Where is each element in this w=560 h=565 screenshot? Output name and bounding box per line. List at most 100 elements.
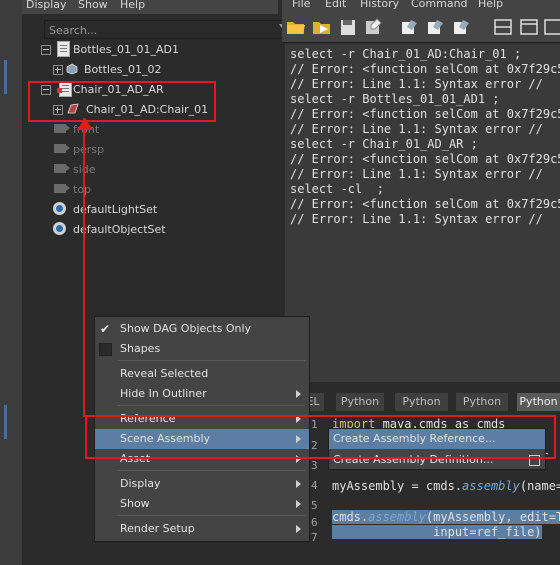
menu-item-label: Render Setup bbox=[120, 522, 195, 535]
outliner-search bbox=[44, 20, 294, 40]
left-dock-strip bbox=[0, 0, 23, 565]
assembly-icon bbox=[57, 41, 70, 57]
layout-input-icon[interactable] bbox=[542, 17, 560, 37]
history-line: // Error: <function selCom at 0x7f29c5c bbox=[290, 197, 560, 211]
history-line: // Error: Line 1.1: Syntax error // bbox=[290, 167, 543, 181]
history-line: // Error: Line 1.1: Syntax error // bbox=[290, 122, 543, 136]
item-label: defaultLightSet bbox=[73, 203, 158, 216]
script-history-pane[interactable]: select -r Chair_01_AD:Chair_01 ; // Erro… bbox=[285, 44, 560, 382]
menu-show[interactable]: Show bbox=[78, 0, 108, 11]
annotation-arrow-icon bbox=[77, 118, 93, 130]
menu-separator bbox=[117, 360, 305, 361]
code-text: input=ref_file) bbox=[332, 525, 542, 539]
line-number: 6 bbox=[311, 516, 318, 529]
outliner-item[interactable]: front bbox=[36, 120, 276, 140]
code-line-selected: input=ref_file) bbox=[332, 525, 542, 539]
menu-display[interactable]: Display bbox=[26, 0, 67, 11]
menu-item-hide-in-outliner[interactable]: Hide In Outliner bbox=[95, 384, 309, 404]
code-text: cmds. bbox=[332, 510, 369, 524]
tab-python-1[interactable]: Python bbox=[336, 393, 384, 411]
menu-item-label: Hide In Outliner bbox=[120, 387, 207, 400]
dock-marker bbox=[4, 405, 7, 439]
history-line: // Error: <function selCom at 0x7f29c5c bbox=[290, 152, 560, 166]
history-line: select -r Chair_01_AD_AR ; bbox=[290, 137, 478, 151]
history-line: select -r Chair_01_AD:Chair_01 ; bbox=[290, 47, 522, 61]
clear-input-icon[interactable] bbox=[425, 17, 447, 37]
submenu-arrow-icon bbox=[296, 480, 301, 488]
clear-history-icon[interactable] bbox=[399, 17, 421, 37]
history-line: select -cl ; bbox=[290, 182, 384, 196]
code-function: assembly bbox=[368, 510, 426, 524]
code-text: (name=' bbox=[519, 479, 560, 493]
menu-item-reveal-selected[interactable]: Reveal Selected bbox=[95, 364, 309, 384]
camera-icon bbox=[54, 124, 70, 133]
item-label: defaultObjectSet bbox=[73, 223, 166, 236]
camera-icon bbox=[54, 164, 70, 173]
layout-history-icon[interactable] bbox=[518, 17, 540, 37]
search-input[interactable] bbox=[45, 21, 271, 40]
menu-item-label: Reveal Selected bbox=[120, 367, 209, 380]
dock-marker bbox=[4, 60, 7, 94]
submenu-arrow-icon bbox=[296, 390, 301, 398]
source-script-icon[interactable] bbox=[311, 17, 333, 37]
checkbox-icon bbox=[99, 343, 112, 356]
outliner-item[interactable]: top bbox=[36, 180, 276, 200]
tab-python-2[interactable]: Python bbox=[395, 393, 448, 411]
checkmark-icon: ✔ bbox=[100, 322, 111, 336]
menu-separator bbox=[117, 405, 305, 406]
menu-item-show-dag-only[interactable]: ✔ Show DAG Objects Only bbox=[95, 319, 309, 339]
menu-item-show[interactable]: Show bbox=[95, 494, 309, 514]
script-editor-menubar: File Edit History Command Help bbox=[282, 0, 560, 12]
submenu-arrow-icon bbox=[296, 500, 301, 508]
code-line: myAssembly = cmds.assembly(name=' bbox=[332, 479, 560, 493]
annotation-box-scene-assembly bbox=[85, 415, 556, 459]
save-to-shelf-icon[interactable] bbox=[363, 17, 385, 37]
tab-python-3[interactable]: Python bbox=[456, 393, 508, 411]
camera-icon bbox=[54, 144, 70, 153]
set-icon bbox=[53, 202, 66, 215]
history-line: // Error: Line 1.1: Syntax error // bbox=[290, 77, 543, 91]
code-text: myAssembly = cmds. bbox=[332, 479, 463, 493]
history-line: // Error: Line 1.1: Syntax error // bbox=[290, 212, 543, 226]
tab-python-active[interactable]: Python bbox=[517, 393, 560, 411]
menu-separator bbox=[117, 470, 305, 471]
outliner-item[interactable]: Bottles_01_01_AD1 bbox=[36, 40, 276, 60]
annotation-connector bbox=[83, 118, 85, 417]
menu-item-label: Display bbox=[120, 477, 161, 490]
code-text: (myAssembly, edit=Tr bbox=[425, 510, 560, 524]
outliner-menubar: Display Show Help bbox=[22, 0, 278, 14]
menu-edit[interactable]: Edit bbox=[325, 0, 346, 10]
save-script-icon[interactable] bbox=[337, 17, 359, 37]
expand-icon[interactable] bbox=[53, 65, 63, 75]
line-number: 5 bbox=[311, 499, 318, 512]
item-label: Bottles_01_02 bbox=[84, 63, 162, 76]
clear-all-icon[interactable] bbox=[451, 17, 473, 37]
menu-help[interactable]: Help bbox=[478, 0, 503, 10]
script-editor-toolbar bbox=[282, 12, 560, 43]
collapse-icon[interactable] bbox=[41, 45, 51, 55]
menu-item-render-setup[interactable]: Render Setup bbox=[95, 519, 309, 539]
menu-item-display[interactable]: Display bbox=[95, 474, 309, 494]
outliner-item[interactable]: side bbox=[36, 160, 276, 180]
menu-item-shapes[interactable]: Shapes bbox=[95, 339, 309, 359]
annotation-box-chair bbox=[28, 81, 216, 122]
menu-file[interactable]: File bbox=[292, 0, 310, 10]
menu-item-label: Show bbox=[120, 497, 150, 510]
menu-command[interactable]: Command bbox=[411, 0, 468, 10]
code-function: assembly bbox=[462, 479, 520, 493]
outliner-item[interactable]: persp bbox=[36, 140, 276, 160]
history-line: // Error: <function selCom at 0x7f29c5c bbox=[290, 107, 560, 121]
item-label: persp bbox=[73, 143, 104, 156]
outliner-item[interactable]: defaultLightSet bbox=[36, 200, 276, 220]
history-line: // Error: <function selCom at 0x7f29c5c bbox=[290, 62, 560, 76]
menu-separator bbox=[117, 515, 305, 516]
submenu-arrow-icon bbox=[296, 525, 301, 533]
code-line-selected: cmds.assembly(myAssembly, edit=Tr bbox=[332, 510, 560, 524]
menu-help[interactable]: Help bbox=[120, 0, 145, 11]
layout-split-icon[interactable] bbox=[492, 17, 514, 37]
outliner-item[interactable]: Bottles_01_02 bbox=[36, 60, 276, 80]
outliner-item[interactable]: defaultObjectSet bbox=[36, 220, 276, 240]
menu-history[interactable]: History bbox=[360, 0, 399, 10]
line-number: 4 bbox=[311, 479, 318, 492]
open-script-icon[interactable] bbox=[285, 17, 307, 37]
